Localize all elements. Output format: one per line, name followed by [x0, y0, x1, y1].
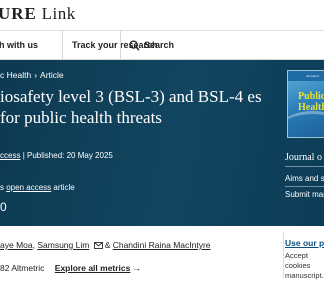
sidebar-separator [283, 232, 284, 278]
published-date: Published: 20 May 2025 [27, 151, 113, 160]
sidebar-divider [285, 166, 324, 167]
nav-divider [120, 31, 121, 61]
article-title: iosafety level 3 (BSL-3) and BSL-4 es fo… [0, 87, 262, 127]
cover-word-public: Public [298, 91, 324, 102]
nav-publish-with-us[interactable]: h with us [0, 40, 38, 50]
partial-number: 0 [0, 200, 7, 214]
corresponding-author-link[interactable]: Chandini Raina MacIntyre [113, 240, 211, 250]
brand-bar: URE Link [0, 0, 324, 30]
altmetric-count: 82 Altmetric [0, 263, 45, 273]
nav-divider [62, 31, 63, 61]
nav-search[interactable]: Search [144, 40, 174, 50]
author-link[interactable]: aye Moa [0, 240, 33, 250]
oa-suffix: article [51, 183, 75, 192]
journal-link[interactable]: Journal o [285, 152, 322, 163]
author-link[interactable]: Samsung Lim [37, 240, 89, 250]
article-metrics: 82 Altmetric Explore all metrics → [0, 263, 141, 273]
sidebar-divider [285, 186, 324, 187]
cover-swirl-decoration [288, 111, 324, 137]
search-icon[interactable] [129, 40, 140, 51]
springer-link-logo[interactable]: URE Link [0, 4, 76, 24]
envelope-icon [93, 242, 103, 249]
journal-cover-image[interactable]: Journal of Public Health [287, 70, 324, 138]
explore-metrics-link[interactable]: Explore all metrics [55, 263, 131, 273]
logo-link-text: Link [41, 4, 76, 23]
author-list: aye Moa, Samsung Lim & Chandini Raina Ma… [0, 240, 211, 250]
logo-bold-text: URE [0, 4, 37, 23]
open-access-note: s open access article [0, 183, 75, 192]
article-meta: ccess | Published: 20 May 2025 [0, 151, 113, 160]
top-nav: h with us Track your research Search [0, 30, 324, 61]
article-hero [0, 60, 324, 226]
open-access-link[interactable]: ccess [0, 151, 20, 160]
arrow-right-icon: → [132, 263, 142, 273]
preprint-description: Accept cookies manuscript. [285, 251, 324, 280]
breadcrumb-article-type: Article [40, 70, 64, 80]
author-amp: & [104, 240, 113, 250]
chevron-right-icon: › [34, 70, 38, 80]
use-our-preprint-link[interactable]: Use our pre [285, 238, 324, 248]
submit-manuscript-link[interactable]: Submit man [285, 190, 324, 199]
aims-and-scope-link[interactable]: Aims and sc [285, 174, 324, 183]
oa-link[interactable]: open access [6, 183, 51, 192]
breadcrumb: c Health › Article [0, 70, 64, 80]
cover-journal-of: Journal of [306, 74, 320, 78]
breadcrumb-journal[interactable]: c Health [0, 70, 31, 80]
